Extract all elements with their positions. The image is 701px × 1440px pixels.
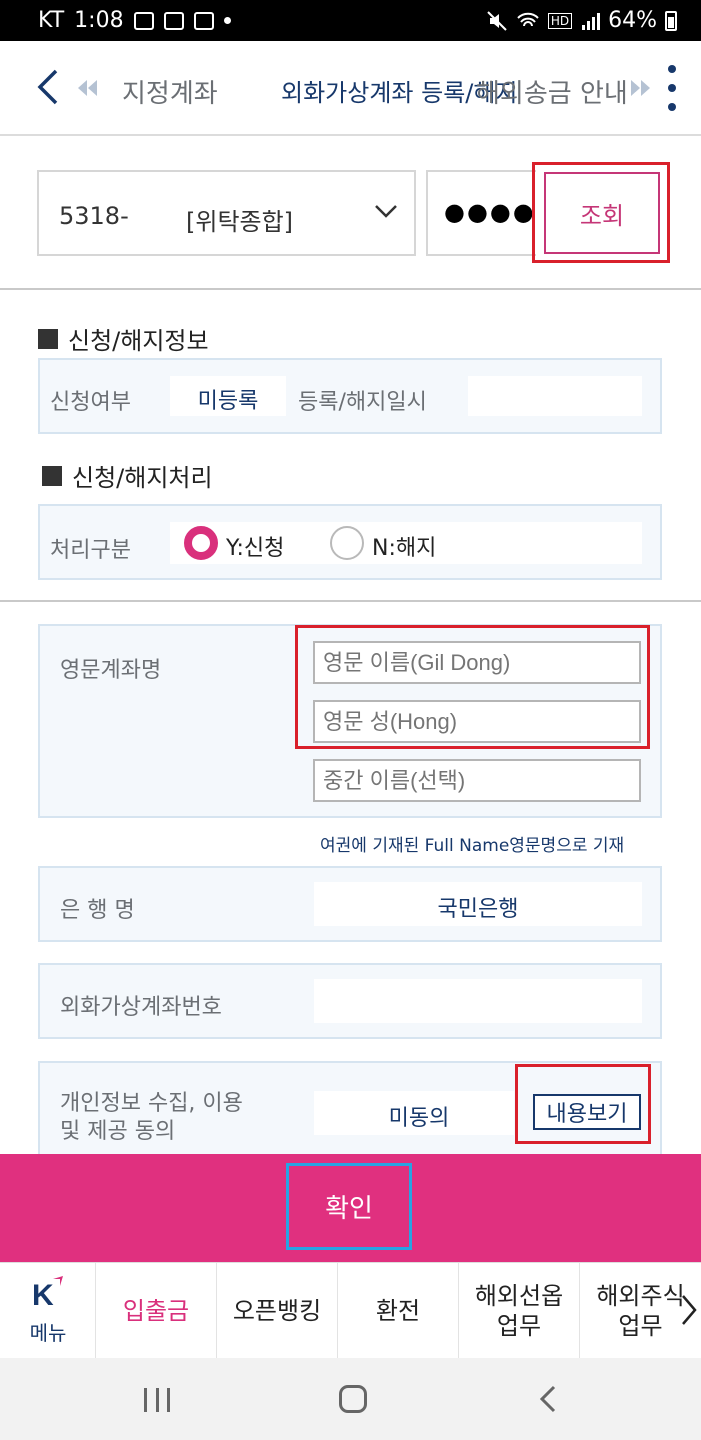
- virtual-account-cell: [314, 979, 642, 1023]
- process-options: Y:신청 N:해지: [170, 522, 642, 564]
- consent-label-line2: 및 제공 동의: [60, 1119, 176, 1144]
- password-input[interactable]: ●●●●: [426, 170, 536, 256]
- square-bullet-icon: [42, 465, 62, 486]
- apply-status-label: 신청여부: [50, 390, 131, 415]
- account-number: 5318-: [59, 202, 129, 230]
- middle-name-input[interactable]: [313, 759, 641, 802]
- mute-icon: [487, 10, 507, 31]
- tabs-next-icon[interactable]: [628, 79, 652, 97]
- tabs-prev-icon[interactable]: [76, 79, 100, 97]
- radio-cancel-label: N:해지: [372, 536, 437, 561]
- apply-status-value: 미등록: [197, 389, 259, 414]
- message-notification-icon: [193, 11, 214, 30]
- wifi-icon: [517, 12, 539, 26]
- apply-info-panel: 신청여부 미등록 등록/해지일시: [38, 358, 662, 434]
- apply-datetime-cell: [468, 376, 642, 416]
- status-right: HD 64%: [486, 8, 677, 33]
- square-bullet-icon: [38, 328, 58, 349]
- nav-exchange-label: 환전: [375, 1297, 421, 1325]
- apply-info-title: 신청/해지정보: [38, 321, 209, 356]
- battery-percent: 64%: [608, 8, 657, 33]
- carrier-label: KT: [38, 8, 65, 33]
- view-terms-highlight: 내용보기: [515, 1064, 651, 1144]
- query-button[interactable]: 조회: [544, 172, 660, 254]
- name-inputs-highlight: [295, 625, 650, 749]
- app-notification-icon: [163, 11, 184, 30]
- clock: 1:08: [74, 8, 124, 33]
- bottom-nav: K 메뉴 입출금 오픈뱅킹 환전 해외선옵 업무 해외주식 업무: [0, 1262, 701, 1359]
- view-terms-button[interactable]: 내용보기: [533, 1094, 641, 1130]
- menu-label: 메뉴: [29, 1321, 67, 1345]
- radio-cancel-indicator[interactable]: [330, 526, 364, 560]
- system-back-icon[interactable]: [538, 1385, 558, 1413]
- query-highlight: 조회: [532, 162, 670, 263]
- password-mask: ●●●●: [444, 198, 536, 226]
- radio-apply-label: Y:신청: [226, 536, 285, 561]
- nav-open-banking[interactable]: 오픈뱅킹: [217, 1263, 338, 1359]
- nav-deposit-withdraw[interactable]: 입출금: [96, 1263, 217, 1359]
- apply-info-title-text: 신청/해지정보: [68, 327, 209, 355]
- bank-label: 은 행 명: [60, 898, 135, 923]
- home-icon[interactable]: [339, 1385, 367, 1413]
- divider: [0, 600, 701, 602]
- bank-cell: 국민은행: [314, 882, 642, 926]
- radio-apply-indicator[interactable]: [184, 526, 218, 560]
- confirm-bar: 확인: [0, 1154, 701, 1262]
- consent-cell: 미동의: [314, 1091, 514, 1135]
- nav-exchange[interactable]: 환전: [338, 1263, 459, 1359]
- process-panel: 처리구분 Y:신청 N:해지: [38, 504, 662, 580]
- bank-value: 국민은행: [437, 897, 519, 922]
- status-left: KT 1:08: [38, 8, 231, 33]
- chevron-down-icon: [375, 205, 397, 218]
- divider: [0, 288, 701, 290]
- process-title: 신청/해지처리: [42, 458, 213, 493]
- status-bar: KT 1:08 HD 64%: [0, 0, 701, 41]
- signal-icon: [582, 12, 601, 30]
- tab-designated-account[interactable]: 지정계좌: [122, 73, 218, 110]
- logo-arrow-icon: [48, 1276, 63, 1291]
- english-name-label: 영문계좌명: [60, 658, 162, 683]
- consent-value: 미동의: [388, 1106, 450, 1131]
- system-nav-bar: [0, 1358, 701, 1440]
- virtual-account-panel: 외화가상계좌번호: [38, 963, 662, 1039]
- nav-overseas-options[interactable]: 해외선옵 업무: [459, 1263, 580, 1359]
- tab-overseas-remittance[interactable]: 해외송금 안내: [476, 73, 636, 110]
- more-notifications-icon: [223, 17, 231, 24]
- hd-icon: HD: [547, 12, 573, 29]
- process-type-label: 처리구분: [50, 538, 131, 563]
- confirm-button[interactable]: 확인: [286, 1163, 412, 1250]
- bank-panel: 은 행 명 국민은행: [38, 866, 662, 942]
- virtual-account-label: 외화가상계좌번호: [60, 995, 222, 1020]
- chevron-right-icon[interactable]: [680, 1293, 698, 1327]
- english-name-hint: 여권에 기재된 Full Name영문명으로 기재: [320, 836, 625, 856]
- process-title-text: 신청/해지처리: [72, 464, 213, 492]
- nav-overseas-options-line1: 해외선옵: [474, 1282, 564, 1310]
- tab-header: 지정계좌 외화가상계좌 등록/해지 해외송금 안내: [0, 41, 701, 136]
- battery-icon: [665, 10, 677, 31]
- menu-button[interactable]: K 메뉴: [0, 1263, 96, 1359]
- recent-apps-icon[interactable]: [144, 1388, 170, 1412]
- back-arrow-icon[interactable]: [34, 67, 64, 107]
- account-select[interactable]: 5318- [위탁종합]: [37, 170, 416, 256]
- more-menu-icon[interactable]: [666, 65, 678, 111]
- nav-overseas-options-line2: 업무: [496, 1312, 542, 1340]
- nav-open-banking-label: 오픈뱅킹: [232, 1297, 322, 1325]
- radio-apply[interactable]: Y:신청: [184, 526, 314, 561]
- apply-datetime-label: 등록/해지일시: [298, 390, 427, 415]
- nav-overseas-stocks-line2: 업무: [618, 1312, 663, 1340]
- account-type: [위탁종합]: [186, 208, 294, 236]
- apply-status-cell: 미등록: [170, 376, 286, 416]
- nav-deposit-withdraw-label: 입출금: [122, 1297, 190, 1325]
- image-notification-icon: [133, 11, 154, 30]
- nav-overseas-stocks-line1: 해외주식: [596, 1282, 685, 1310]
- radio-cancel[interactable]: N:해지: [330, 526, 460, 561]
